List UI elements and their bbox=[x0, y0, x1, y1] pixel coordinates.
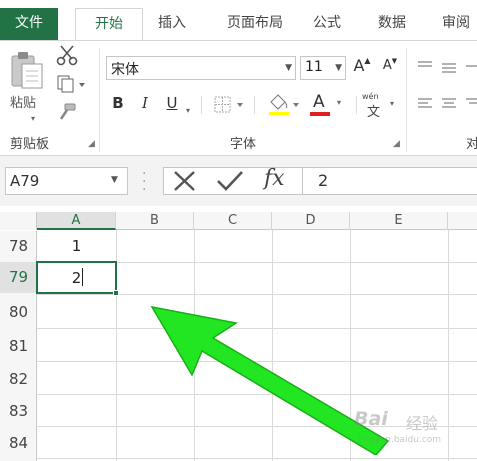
tab-review[interactable]: 审阅 bbox=[430, 8, 477, 40]
underline-dropdown-caret[interactable]: ▾ bbox=[186, 98, 190, 117]
row-header-80[interactable]: 80 bbox=[0, 297, 37, 328]
watermark-brand-cn: 经验 bbox=[406, 414, 439, 433]
underline-button[interactable]: U bbox=[164, 94, 180, 112]
font-size-box[interactable]: 11 ▼ bbox=[300, 56, 346, 80]
tab-file[interactable]: 文件 bbox=[0, 8, 58, 40]
align-top-icon bbox=[418, 61, 477, 73]
grow-font-label: A bbox=[353, 56, 365, 75]
chevron-down-icon[interactable]: ▾ bbox=[390, 99, 394, 108]
fill-handle[interactable] bbox=[113, 290, 119, 296]
fill-color-button[interactable] bbox=[265, 92, 303, 118]
phonetic-button[interactable]: wén 文 ▾ bbox=[362, 92, 402, 120]
annotation-arrow-icon bbox=[150, 305, 390, 455]
phonetic-char: 文 bbox=[367, 105, 381, 120]
group-separator bbox=[406, 48, 407, 152]
tab-page-layout[interactable]: 页面布局 bbox=[210, 8, 300, 40]
text-cursor bbox=[82, 268, 83, 286]
column-header-d[interactable]: D bbox=[272, 212, 350, 230]
group-label-font: 字体 bbox=[230, 137, 257, 152]
group-separator bbox=[99, 48, 100, 152]
column-header-b[interactable]: B bbox=[116, 212, 194, 230]
active-cell-border bbox=[36, 261, 117, 294]
font-size-value: 11 bbox=[305, 59, 323, 75]
borders-button[interactable] bbox=[212, 94, 248, 116]
cut-button[interactable] bbox=[55, 44, 79, 66]
copy-button[interactable] bbox=[55, 74, 87, 94]
select-all-corner[interactable] bbox=[0, 212, 37, 230]
group-label-clipboard: 剪贴板 bbox=[10, 137, 50, 152]
row-header-79[interactable]: 79 bbox=[0, 262, 37, 293]
enter-button[interactable] bbox=[216, 169, 244, 193]
shrink-font-label: A bbox=[382, 58, 392, 73]
paste-icon bbox=[11, 52, 43, 89]
column-header-e[interactable]: E bbox=[350, 212, 448, 230]
chevron-down-icon[interactable]: ▼ bbox=[111, 175, 118, 185]
row-header-81[interactable]: 81 bbox=[0, 331, 37, 362]
font-launcher-icon[interactable]: ◢ bbox=[393, 139, 400, 149]
paintbrush-icon bbox=[59, 103, 76, 120]
toolbar-separator bbox=[356, 96, 357, 114]
horizontal-align-buttons[interactable] bbox=[414, 94, 477, 118]
clipboard-launcher-icon[interactable]: ◢ bbox=[88, 139, 95, 149]
format-painter-button[interactable] bbox=[55, 102, 79, 122]
grid-line bbox=[37, 458, 477, 459]
row-header-83[interactable]: 83 bbox=[0, 396, 37, 427]
chevron-down-icon[interactable]: ▼ bbox=[335, 63, 342, 73]
borders-icon bbox=[214, 96, 243, 113]
copy-icon bbox=[57, 75, 85, 93]
row-header-82[interactable]: 82 bbox=[0, 364, 37, 395]
grow-font-arrow-icon: ▲ bbox=[364, 56, 371, 65]
font-color-button[interactable]: A ▾ bbox=[310, 92, 350, 118]
font-name-value: 宋体 bbox=[111, 62, 139, 78]
shrink-font-arrow-icon: ▼ bbox=[391, 57, 398, 65]
chevron-down-icon[interactable]: ▾ bbox=[337, 98, 341, 107]
toolbar-separator bbox=[201, 96, 202, 114]
tab-data[interactable]: 数据 bbox=[366, 8, 418, 40]
watermark-logo: Bai 经验 jingyan.baidu.com bbox=[354, 408, 464, 454]
formula-divider bbox=[302, 167, 303, 195]
column-header-a[interactable]: A bbox=[37, 212, 116, 230]
watermark-url: jingyan.baidu.com bbox=[358, 435, 442, 445]
bold-button[interactable]: B bbox=[110, 94, 126, 112]
tab-insert[interactable]: 插入 bbox=[148, 8, 196, 40]
align-left-icon bbox=[418, 98, 477, 108]
formula-content: 2 bbox=[318, 171, 329, 190]
close-icon bbox=[174, 171, 195, 191]
checkmark-icon bbox=[217, 171, 243, 191]
toolbar-separator bbox=[254, 96, 255, 114]
paint-bucket-icon bbox=[269, 94, 299, 115]
shrink-font-button[interactable]: A▼ bbox=[381, 57, 399, 73]
cell-a78[interactable]: 1 bbox=[37, 231, 116, 262]
scissors-icon bbox=[56, 45, 78, 66]
formula-bar-grip-icon[interactable]: · · · bbox=[142, 167, 146, 197]
row-header-84[interactable]: 84 bbox=[0, 428, 37, 459]
font-color-swatch bbox=[310, 112, 330, 116]
vertical-align-buttons[interactable] bbox=[414, 56, 477, 80]
group-label-alignment-partial: 对 bbox=[466, 137, 477, 152]
phonetic-pinyin: wén bbox=[362, 92, 379, 101]
insert-function-button[interactable]: fx bbox=[264, 166, 285, 191]
font-name-box[interactable]: 宋体 ▼ bbox=[106, 56, 296, 80]
column-header-c[interactable]: C bbox=[194, 212, 272, 230]
font-color-label: A bbox=[313, 92, 325, 112]
italic-button[interactable]: I bbox=[138, 94, 152, 112]
cancel-button[interactable] bbox=[172, 169, 198, 193]
name-box-value: A79 bbox=[10, 172, 40, 190]
watermark-brand: Bai bbox=[354, 408, 388, 430]
paste-button[interactable] bbox=[6, 50, 48, 90]
grow-font-button[interactable]: A▲ bbox=[352, 56, 372, 75]
chevron-down-icon[interactable]: ▼ bbox=[285, 63, 292, 73]
row-header-78[interactable]: 78 bbox=[0, 231, 37, 262]
tab-home[interactable]: 开始 bbox=[75, 8, 143, 41]
tab-formulas[interactable]: 公式 bbox=[302, 8, 352, 40]
paste-dropdown-caret[interactable]: ▾ bbox=[31, 106, 35, 125]
